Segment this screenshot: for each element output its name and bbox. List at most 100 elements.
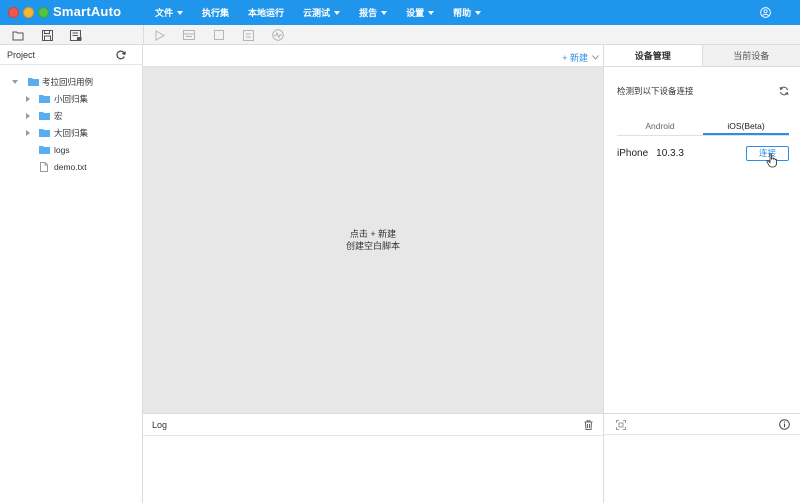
caret-down-icon [334, 10, 341, 15]
caret-down-icon [475, 10, 482, 15]
play-button[interactable] [153, 29, 165, 41]
tree-item-root-folder[interactable]: 考拉回归用例 [0, 73, 142, 90]
collapse-arrow-icon[interactable] [26, 95, 30, 102]
new-script-button[interactable]: + 新建 [562, 51, 599, 64]
play-icon [155, 29, 165, 41]
collapse-arrow-icon[interactable] [26, 129, 30, 136]
toolbar-divider [143, 25, 144, 45]
menu-label: 本地运行 [248, 8, 285, 18]
project-tree: 考拉回归用例 小回归集 宏 大回归集 logs demo.txt [0, 65, 142, 175]
device-panel: 设备管理 当前设备 检测到以下设备连接 Android iOS(Beta) iP… [603, 45, 800, 503]
device-info: iPhone 10.3.3 [617, 148, 692, 159]
record-button[interactable] [183, 29, 195, 41]
window-maximize-button[interactable] [38, 7, 49, 18]
new-script-label: + 新建 [562, 53, 588, 63]
folder-icon [39, 129, 50, 137]
trash-icon[interactable] [584, 419, 593, 430]
toolbar [0, 25, 800, 45]
device-name: iPhone [617, 147, 649, 159]
device-version: 10.3.3 [656, 147, 684, 159]
script-icon [242, 29, 254, 41]
hint-line: 创建空白脚本 [345, 241, 400, 251]
menu-help[interactable]: 帮助 [453, 6, 482, 19]
empty-editor-hint: 点击 + 新建 创建空白脚本 [143, 228, 603, 252]
menu-local-run[interactable]: 本地运行 [248, 6, 284, 19]
menu-cloud-test[interactable]: 云测试 [303, 6, 341, 19]
performance-icon [272, 29, 284, 41]
record-icon [183, 30, 195, 40]
log-title: Log [152, 419, 168, 430]
log-panel: Log [143, 413, 603, 503]
collapse-arrow-icon[interactable] [26, 112, 30, 119]
user-icon[interactable] [760, 7, 771, 18]
project-panel: Project 考拉回归用例 小回归集 宏 大回归集 logs demo.txt [0, 45, 143, 503]
detect-text: 检测到以下设备连接 [617, 86, 694, 96]
refresh-icon[interactable] [116, 50, 126, 60]
folder-icon [39, 146, 50, 154]
hint-line: 点击 + 新建 [349, 229, 397, 239]
menu-label: 云测试 [303, 8, 331, 18]
expand-arrow-icon[interactable] [12, 79, 18, 84]
project-header: Project [0, 45, 142, 65]
tree-item-folder[interactable]: 大回归集 [0, 124, 142, 141]
window-minimize-button[interactable] [23, 7, 34, 18]
detect-row: 检测到以下设备连接 [617, 85, 789, 97]
screenshot-icon[interactable] [616, 420, 626, 430]
menu-bar: 文件 执行集 本地运行 云测试 报告 设置 帮助 [155, 0, 500, 25]
tree-item-file[interactable]: demo.txt [0, 158, 142, 175]
tree-item-folder[interactable]: 小回归集 [0, 90, 142, 107]
folder-icon [28, 78, 39, 86]
tree-item-folder[interactable]: logs [0, 141, 142, 158]
open-folder-icon [12, 31, 24, 40]
menu-settings[interactable]: 设置 [406, 6, 435, 19]
tree-item-label: logs [54, 144, 70, 155]
info-icon[interactable] [779, 419, 790, 430]
menu-label: 帮助 [453, 8, 472, 18]
os-tabs: Android iOS(Beta) [617, 121, 789, 136]
tab-android[interactable]: Android [617, 121, 703, 135]
tree-item-label: 大回归集 [54, 127, 89, 138]
menu-label: 文件 [155, 8, 174, 18]
caret-down-icon [177, 10, 184, 15]
menu-file[interactable]: 文件 [155, 6, 184, 19]
open-folder-button[interactable] [12, 29, 24, 41]
tree-item-label: demo.txt [54, 161, 87, 172]
menu-execution-set[interactable]: 执行集 [202, 6, 229, 19]
save-as-button[interactable] [70, 29, 82, 41]
save-icon [41, 29, 53, 41]
editor-area[interactable]: + 新建 点击 + 新建 创建空白脚本 [143, 45, 603, 413]
device-list-item: iPhone 10.3.3 连接 [617, 145, 789, 161]
caret-down-icon [381, 10, 388, 15]
folder-icon [39, 112, 50, 120]
folder-icon [39, 95, 50, 103]
script-button[interactable] [242, 29, 254, 41]
tab-current-device[interactable]: 当前设备 [701, 45, 800, 66]
refresh-icon[interactable] [779, 86, 789, 96]
save-as-icon [70, 29, 82, 41]
tree-item-folder[interactable]: 宏 [0, 107, 142, 124]
window-close-button[interactable] [8, 7, 19, 18]
title-bar: SmartAuto 文件 执行集 本地运行 云测试 报告 设置 帮助 [0, 0, 800, 25]
menu-label: 设置 [406, 8, 425, 18]
device-tabs: 设备管理 当前设备 [604, 45, 800, 67]
tree-item-label: 考拉回归用例 [42, 76, 94, 87]
device-panel-footer [604, 413, 800, 435]
menu-report[interactable]: 报告 [359, 6, 388, 19]
log-header: Log [143, 414, 603, 436]
chevron-down-icon [592, 55, 599, 60]
performance-button[interactable] [272, 29, 284, 41]
caret-down-icon [428, 10, 435, 15]
hand-pointer-cursor-icon [766, 153, 777, 168]
save-button[interactable] [41, 29, 53, 41]
tree-item-label: 宏 [54, 110, 63, 121]
stop-button[interactable] [213, 29, 225, 41]
project-title: Project [7, 49, 36, 60]
tab-ios[interactable]: iOS(Beta) [703, 121, 789, 135]
menu-label: 报告 [359, 8, 378, 18]
tab-device-management[interactable]: 设备管理 [604, 45, 702, 66]
stop-icon [214, 30, 224, 40]
tree-item-label: 小回归集 [54, 93, 89, 104]
file-icon [40, 161, 48, 172]
editor-header: + 新建 [143, 45, 603, 67]
menu-label: 执行集 [202, 8, 230, 18]
